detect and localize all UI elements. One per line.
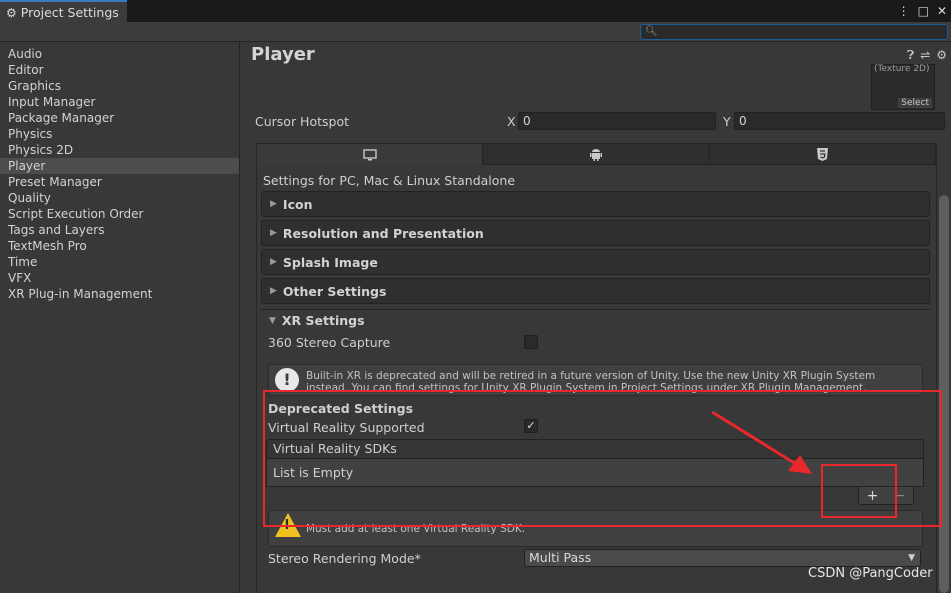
help-icon[interactable]: ❓︎ <box>907 48 914 63</box>
android-icon <box>589 148 602 161</box>
expand-arrow-icon: ▶ <box>270 257 277 267</box>
section-label: Other Settings <box>282 283 387 299</box>
platform-title: Settings for PC, Mac & Linux Standalone <box>263 173 516 188</box>
sidebar-item-input-manager[interactable]: Input Manager <box>0 94 239 110</box>
window-controls: ⋮ □ ✕ <box>898 2 947 20</box>
section-other-settings[interactable]: ▶ Other Settings <box>261 278 930 304</box>
collapse-arrow-icon: ▼ <box>269 315 276 326</box>
hotspot-y-label: Y <box>723 114 731 129</box>
toolbar: 🔍︎ <box>0 22 951 42</box>
tab-android[interactable] <box>483 144 710 165</box>
preset-icon[interactable]: ⇌ <box>920 48 930 63</box>
settings-gear-icon[interactable]: ⚙ <box>936 48 947 63</box>
close-icon[interactable]: ✕ <box>937 2 947 20</box>
info-icon: ! <box>275 368 299 392</box>
vr-sdk-list-header: Virtual Reality SDKs <box>266 439 924 459</box>
checkmark-icon: ✓ <box>526 419 536 432</box>
sidebar-item-package-manager[interactable]: Package Manager <box>0 110 239 126</box>
project-settings-tab[interactable]: ⚙ Project Settings <box>0 0 127 23</box>
expand-arrow-icon: ▶ <box>270 228 277 238</box>
sidebar-item-preset-manager[interactable]: Preset Manager <box>0 174 239 190</box>
stereo-mode-label: Stereo Rendering Mode* <box>268 551 421 566</box>
texture-select-button[interactable]: Select <box>898 98 932 108</box>
sidebar-item-vfx[interactable]: VFX <box>0 270 239 286</box>
warning-mark: ! <box>284 518 290 533</box>
tab-webgl[interactable] <box>709 144 936 165</box>
list-add-remove-buttons: + − <box>858 487 914 505</box>
watermark: CSDN @PangCoder <box>808 566 933 581</box>
sidebar-item-script-execution-order[interactable]: Script Execution Order <box>0 206 239 222</box>
platform-tabs <box>257 144 936 165</box>
sidebar-item-audio[interactable]: Audio <box>0 46 239 62</box>
stereo-capture-checkbox[interactable] <box>524 335 538 349</box>
info-text: Built-in XR is deprecated and will be re… <box>306 370 876 394</box>
platform-settings-box: Settings for PC, Mac & Linux Standalone … <box>256 143 937 593</box>
html5-icon <box>816 147 828 161</box>
sidebar-item-textmesh-pro[interactable]: TextMesh Pro <box>0 238 239 254</box>
sidebar-item-player[interactable]: Player <box>0 158 239 174</box>
main-panel: Player ❓︎ ⇌ ⚙ (Texture 2D) Select Cursor… <box>241 42 951 593</box>
warning-text: Must add at least one Virtual Reality SD… <box>306 523 526 535</box>
gear-icon: ⚙ <box>6 5 17 20</box>
hotspot-x-label: X <box>507 114 516 129</box>
sidebar-item-graphics[interactable]: Graphics <box>0 78 239 94</box>
hotspot-x-field[interactable]: 0 <box>518 112 716 130</box>
stereo-mode-value: Multi Pass <box>529 550 592 565</box>
tab-title: Project Settings <box>20 5 119 20</box>
sidebar-item-physics[interactable]: Physics <box>0 126 239 142</box>
sidebar-item-tags-and-layers[interactable]: Tags and Layers <box>0 222 239 238</box>
header-icons: ❓︎ ⇌ ⚙ <box>907 48 947 63</box>
section-label: XR Settings <box>281 313 365 328</box>
search-input[interactable]: 🔍︎ <box>640 24 948 40</box>
sidebar-item-quality[interactable]: Quality <box>0 190 239 206</box>
vr-supported-label: Virtual Reality Supported <box>268 420 425 435</box>
sidebar-item-physics-2d[interactable]: Physics 2D <box>0 142 239 158</box>
section-label: Icon <box>282 196 313 212</box>
texture-type-label: (Texture 2D) <box>874 64 930 74</box>
more-options-icon[interactable]: ⋮ <box>898 2 910 20</box>
stereo-mode-dropdown[interactable]: Multi Pass ▼ <box>524 549 921 567</box>
search-icon: 🔍︎ <box>645 26 658 37</box>
section-label: Resolution and Presentation <box>282 225 484 241</box>
cursor-texture-field[interactable]: (Texture 2D) Select <box>871 64 935 110</box>
section-xr-settings[interactable]: ▼ XR Settings <box>261 309 930 331</box>
hotspot-y-field[interactable]: 0 <box>734 112 945 130</box>
monitor-icon <box>362 148 377 160</box>
sidebar: Audio Editor Graphics Input Manager Package … <box>0 42 240 593</box>
expand-arrow-icon: ▶ <box>270 199 277 209</box>
maximize-icon[interactable]: □ <box>918 2 929 20</box>
xr-deprecation-info: ! Built-in XR is deprecated and will be … <box>268 364 923 396</box>
section-label: Splash Image <box>282 254 378 270</box>
section-splash-image[interactable]: ▶ Splash Image <box>261 249 930 275</box>
section-icon[interactable]: ▶ Icon <box>261 191 930 217</box>
sidebar-item-editor[interactable]: Editor <box>0 62 239 78</box>
sidebar-item-xr-plug-in-management[interactable]: XR Plug-in Management <box>0 286 239 302</box>
title-bar: ⚙ Project Settings ⋮ □ ✕ <box>0 0 951 23</box>
remove-sdk-button[interactable]: − <box>894 488 906 504</box>
vr-sdk-warning: ! Must add at least one Virtual Reality … <box>268 510 923 547</box>
sidebar-item-time[interactable]: Time <box>0 254 239 270</box>
section-resolution[interactable]: ▶ Resolution and Presentation <box>261 220 930 246</box>
vr-sdk-list-body: List is Empty <box>266 459 924 487</box>
expand-arrow-icon: ▶ <box>270 286 277 296</box>
stereo-capture-label: 360 Stereo Capture <box>268 335 391 350</box>
scrollbar[interactable] <box>939 195 949 593</box>
page-title: Player <box>251 44 315 65</box>
chevron-down-icon: ▼ <box>908 553 915 563</box>
tab-pc-standalone[interactable] <box>257 144 484 165</box>
deprecated-settings-title: Deprecated Settings <box>268 401 414 416</box>
sidebar-list: Audio Editor Graphics Input Manager Package … <box>0 42 239 302</box>
cursor-hotspot-label: Cursor Hotspot <box>255 114 350 129</box>
vr-supported-checkbox[interactable]: ✓ <box>524 419 538 433</box>
add-sdk-button[interactable]: + <box>867 488 879 504</box>
